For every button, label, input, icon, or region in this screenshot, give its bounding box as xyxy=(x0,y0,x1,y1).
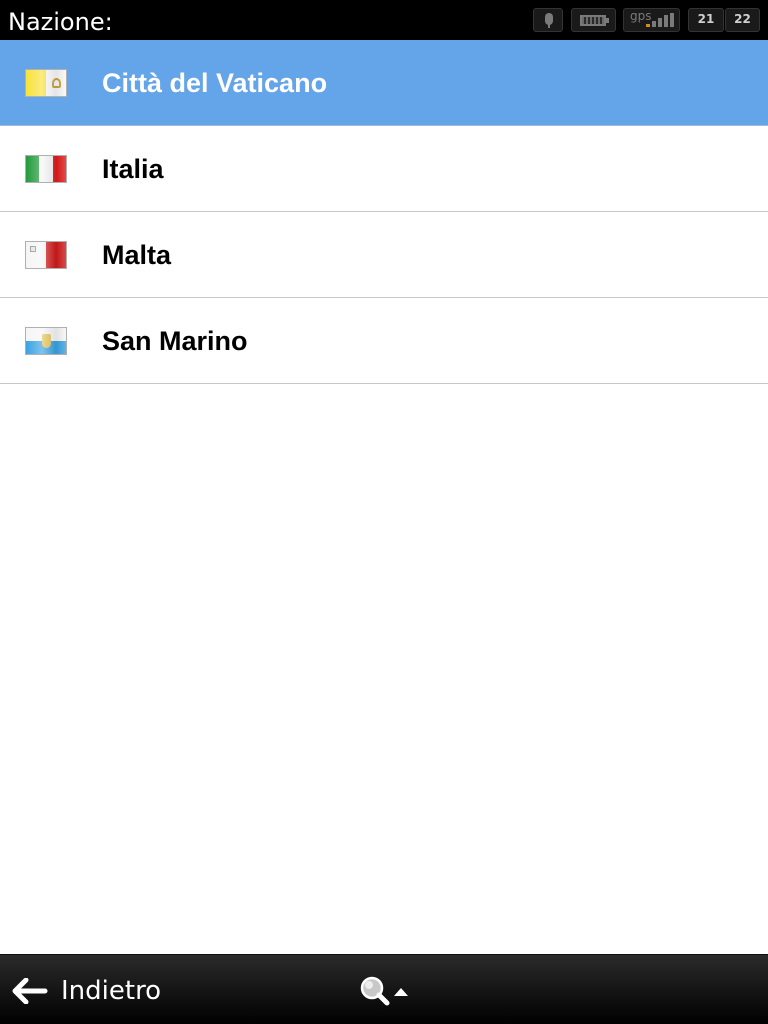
san-marino-flag-icon xyxy=(25,327,67,355)
page-title: Nazione: xyxy=(8,8,113,36)
country-label: Italia xyxy=(102,154,164,184)
list-item-vatican[interactable]: Città del Vaticano xyxy=(0,40,768,126)
gps-signal-icon: gps xyxy=(623,8,680,32)
list-item-san-marino[interactable]: San Marino xyxy=(0,298,768,384)
microphone-icon xyxy=(533,8,563,32)
chevron-up-icon xyxy=(394,988,408,996)
country-label: San Marino xyxy=(102,326,248,356)
hour-indicator: 21 xyxy=(688,8,724,32)
bottom-toolbar: Indietro xyxy=(0,954,768,1024)
country-list: Città del Vaticano Italia Malta San Mari… xyxy=(0,40,768,384)
hour-label: 21 xyxy=(697,12,715,26)
search-icon xyxy=(360,976,408,1006)
italy-flag-icon xyxy=(25,155,67,183)
top-status-bar: Nazione: gps 21 22 xyxy=(0,0,768,40)
battery-icon xyxy=(571,8,616,32)
back-arrow-icon xyxy=(12,978,48,1004)
vatican-flag-icon xyxy=(25,69,67,97)
back-label: Indietro xyxy=(61,976,162,1006)
hour-label: 22 xyxy=(734,12,751,26)
search-button[interactable] xyxy=(356,973,416,1009)
malta-flag-icon xyxy=(25,241,67,269)
country-label: Malta xyxy=(102,240,172,270)
screen: Nazione: gps 21 22 Città del Vaticano It… xyxy=(0,0,768,1024)
hour-indicator: 22 xyxy=(725,8,760,32)
gps-label: gps xyxy=(630,9,652,23)
list-item-italia[interactable]: Italia xyxy=(0,126,768,212)
back-button[interactable]: Indietro xyxy=(10,967,210,1015)
country-label: Città del Vaticano xyxy=(102,68,328,98)
list-item-malta[interactable]: Malta xyxy=(0,212,768,298)
